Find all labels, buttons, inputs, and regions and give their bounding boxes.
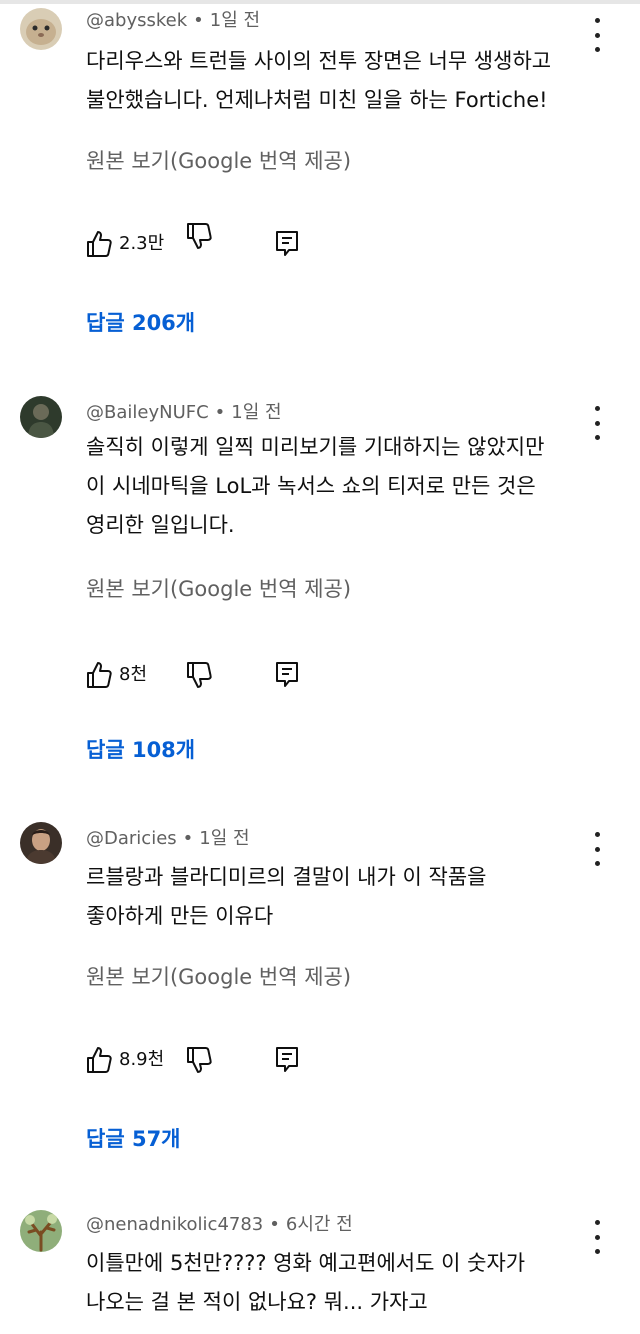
thumbs-down-icon[interactable]: [186, 222, 212, 250]
meta-dot: •: [193, 10, 204, 31]
comment-actions: 2.3만: [0, 223, 640, 264]
thumbs-up-icon[interactable]: [86, 1046, 112, 1074]
comment-text: 르블랑과 블라디미르의 결말이 내가 이 작품을 좋아하게 만든 이유다: [86, 858, 606, 936]
comment-text-line: 영리한 일입니다.: [86, 513, 235, 537]
thumbs-down-icon[interactable]: [186, 1046, 212, 1074]
meta-dot: •: [214, 402, 226, 423]
comment-text-line: 이 시네마틱을 LoL과 녹서스 쇼의 티저로 만든 것은: [86, 474, 536, 498]
author-name[interactable]: @abysskek: [86, 10, 187, 31]
author-name[interactable]: @Daricies: [86, 828, 177, 849]
comment-text-line: 솔직히 이렇게 일찍 미리보기를 기대하지는 않았지만: [86, 435, 545, 459]
thumbs-up-icon[interactable]: [86, 661, 112, 689]
comment-text-line: 이틀만에 5천만???? 영화 예고편에서도 이 숫자가: [86, 1251, 526, 1275]
comment-text: 솔직히 이렇게 일찍 미리보기를 기대하지는 않았지만 이 시네마틱을 LoL과…: [86, 428, 606, 545]
replies-link[interactable]: 답글 206개: [86, 308, 195, 338]
view-original-link[interactable]: 원본 보기(Google 번역 제공): [86, 146, 351, 176]
like-count: 8.9천: [119, 1049, 165, 1070]
comment-text-line: 나오는 걸 본 적이 없나요? 뭐... 가자고: [86, 1290, 428, 1314]
comment-meta: @Daricies • 1일 전: [86, 822, 250, 856]
view-original-link[interactable]: 원본 보기(Google 번역 제공): [86, 962, 351, 992]
comment-time: 1일 전: [209, 10, 261, 31]
reply-icon[interactable]: [275, 230, 299, 256]
meta-dot: •: [182, 828, 194, 849]
comment-actions: 8.9천: [0, 1046, 640, 1080]
view-original-link[interactable]: 원본 보기(Google 번역 제공): [86, 574, 351, 604]
meta-dot: •: [269, 1214, 280, 1235]
comment-meta: @BaileyNUFC • 1일 전: [86, 396, 282, 430]
comment-meta: @nenadnikolic4783 • 6시간 전: [86, 1208, 353, 1242]
avatar[interactable]: [20, 396, 62, 438]
comment-meta: @abysskek • 1일 전: [86, 4, 260, 38]
comment-time: 1일 전: [231, 402, 282, 423]
comment-time: 1일 전: [199, 828, 250, 849]
author-name[interactable]: @BaileyNUFC: [86, 402, 209, 423]
comment-actions: 8천: [0, 661, 640, 695]
author-name[interactable]: @nenadnikolic4783: [86, 1214, 263, 1235]
avatar[interactable]: [20, 822, 62, 864]
reply-icon[interactable]: [275, 661, 299, 687]
avatar[interactable]: [20, 1210, 62, 1252]
comment-text-line: 다리우스와 트런들 사이의 전투 장면은 너무 생생하고: [86, 49, 552, 73]
avatar[interactable]: [20, 8, 62, 50]
thumbs-up-icon[interactable]: [86, 230, 112, 258]
comment-text: 이틀만에 5천만???? 영화 예고편에서도 이 숫자가 나오는 걸 본 적이 …: [86, 1244, 606, 1322]
comment-text-line: 르블랑과 블라디미르의 결말이 내가 이 작품을: [86, 865, 487, 889]
comment-text: 다리우스와 트런들 사이의 전투 장면은 너무 생생하고 불안했습니다. 언제나…: [86, 42, 606, 120]
reply-icon[interactable]: [275, 1046, 299, 1072]
comment-time: 6시간 전: [285, 1214, 353, 1235]
like-count: 2.3만: [119, 233, 165, 254]
thumbs-down-icon[interactable]: [186, 661, 212, 689]
replies-link[interactable]: 답글 57개: [86, 1124, 181, 1154]
like-count: 8천: [119, 664, 148, 685]
replies-link[interactable]: 답글 108개: [86, 735, 195, 765]
comment-text-line: 좋아하게 만든 이유다: [86, 904, 274, 928]
comment-text-line: 불안했습니다. 언제나처럼 미친 일을 하는 Fortiche!: [86, 88, 548, 112]
